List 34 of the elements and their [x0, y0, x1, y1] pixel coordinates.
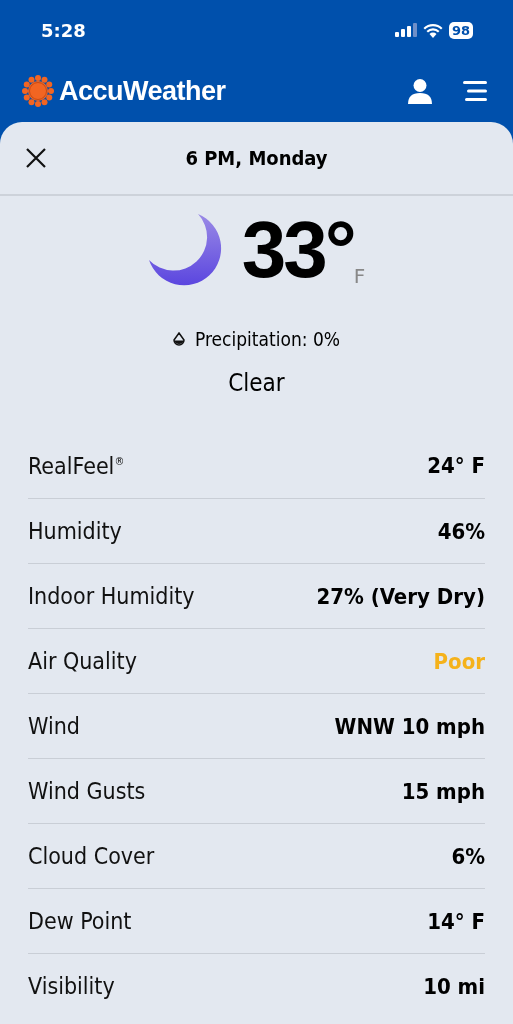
- detail-value: 46%: [437, 518, 485, 544]
- detail-value: 6%: [451, 843, 485, 869]
- detail-label: Dew Point: [28, 908, 132, 934]
- close-icon[interactable]: [24, 146, 48, 170]
- droplet-icon: [172, 332, 185, 346]
- detail-value: 14° F: [427, 908, 485, 934]
- detail-value: 24° F: [427, 453, 485, 478]
- detail-label: RealFeel$^{®}$: [28, 452, 125, 479]
- detail-value: 10 mi: [423, 973, 485, 999]
- menu-icon[interactable]: [463, 80, 487, 102]
- temperature: 33°: [241, 210, 354, 290]
- detail-value: Poor: [433, 648, 485, 674]
- detail-label: Wind Gusts: [28, 778, 146, 804]
- moon-icon: [147, 212, 224, 288]
- signal-icon: [394, 23, 417, 37]
- battery-level: 98: [448, 21, 473, 39]
- detail-label: Wind: [28, 713, 80, 739]
- detail-label: Visibility: [28, 973, 115, 999]
- detail-value: 15 mph: [401, 778, 485, 804]
- precipitation-text: Precipitation: 0%: [194, 328, 341, 350]
- detail-value: 27% (Very Dry): [316, 583, 485, 609]
- temperature-unit: F: [353, 264, 366, 288]
- panel-title: 6 PM, Monday: [184, 146, 329, 170]
- user-icon[interactable]: [407, 78, 433, 104]
- detail-value: WNW 10 mph: [334, 713, 485, 739]
- detail-label: Indoor Humidity: [28, 583, 195, 609]
- detail-label: Cloud Cover: [28, 843, 155, 869]
- clock-time: 5:28: [41, 19, 86, 41]
- wifi-icon: [422, 22, 443, 38]
- detail-label: Air Quality: [28, 648, 137, 674]
- brand-name: AccuWeather: [59, 75, 226, 107]
- detail-label: Humidity: [28, 518, 122, 544]
- condition-text: Clear: [227, 369, 286, 397]
- sun-logo-icon: [22, 75, 54, 107]
